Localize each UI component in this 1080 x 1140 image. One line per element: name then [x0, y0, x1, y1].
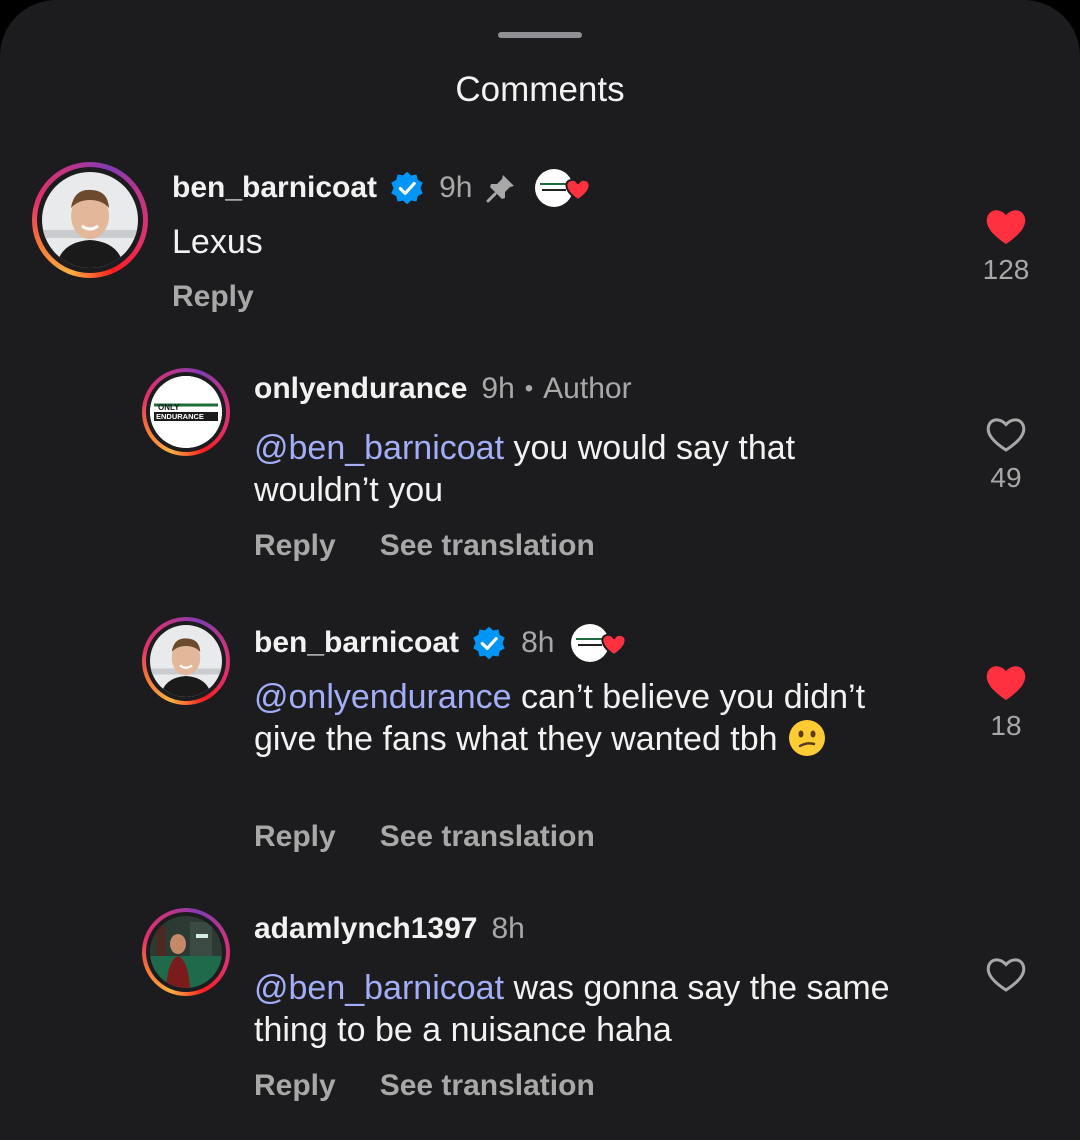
author-label: Author [543, 372, 632, 405]
logo-text: ONLY [158, 403, 180, 412]
avatar-photo [150, 625, 222, 697]
comment-text: Lexus [172, 223, 263, 261]
see-translation-button[interactable]: See translation [380, 1069, 595, 1103]
username[interactable]: onlyendurance [254, 372, 467, 406]
avatar-logo: ONLY ENDURANCE [150, 376, 222, 448]
username[interactable]: ben_barnicoat [172, 171, 377, 205]
avatar-photo [150, 916, 222, 988]
reply-button[interactable]: Reply [254, 1069, 336, 1103]
mention-link[interactable]: @onlyendurance [254, 678, 512, 716]
comment-time: 8h [521, 626, 555, 659]
heart-outline-icon[interactable] [984, 414, 1028, 454]
username[interactable]: ben_barnicoat [254, 626, 459, 660]
verified-badge-icon [473, 626, 505, 660]
reply-button[interactable]: Reply [172, 280, 254, 314]
reply-button[interactable]: Reply [254, 820, 336, 854]
confused-face-emoji-icon [789, 720, 826, 756]
drag-handle[interactable] [498, 32, 582, 38]
comments-sheet: Comments ben_barnicoat 9h Lexus Reply 12… [0, 0, 1080, 1140]
avatar-photo [42, 172, 138, 268]
pin-icon [486, 175, 515, 203]
see-translation-button[interactable]: See translation [380, 529, 595, 563]
see-translation-button[interactable]: See translation [380, 820, 595, 854]
avatar[interactable] [142, 908, 230, 996]
sheet-title: Comments [455, 70, 625, 109]
avatar[interactable] [32, 162, 148, 278]
verified-badge-icon [391, 171, 423, 205]
heart-filled-icon[interactable] [984, 662, 1028, 702]
comment-time: 8h [491, 912, 525, 945]
logo-text: ENDURANCE [156, 412, 204, 421]
avatar[interactable]: ONLY ENDURANCE [142, 368, 230, 456]
mention-link[interactable]: @ben_barnicoat [254, 969, 504, 1007]
liked-by-creator-badge [534, 166, 592, 210]
separator-dot: • [524, 375, 534, 402]
mention-link[interactable]: @ben_barnicoat [254, 429, 504, 467]
comment-text: @onlyendurance can’t believe you didn’t … [254, 676, 934, 760]
comment-text: @ben_barnicoat was gonna say the same th… [254, 967, 894, 1051]
like-count: 18 [990, 710, 1022, 741]
heart-filled-icon[interactable] [984, 206, 1028, 246]
username[interactable]: adamlynch1397 [254, 912, 477, 946]
avatar[interactable] [142, 617, 230, 705]
like-count: 49 [990, 462, 1022, 493]
comment-time: 9h [439, 171, 473, 204]
reply-button[interactable]: Reply [254, 529, 336, 563]
comment-text: @ben_barnicoat you would say that wouldn… [254, 427, 894, 511]
liked-by-creator-badge [570, 621, 628, 665]
heart-outline-icon[interactable] [984, 954, 1028, 994]
comment-time: 9h [481, 372, 515, 405]
like-count: 128 [982, 254, 1030, 285]
